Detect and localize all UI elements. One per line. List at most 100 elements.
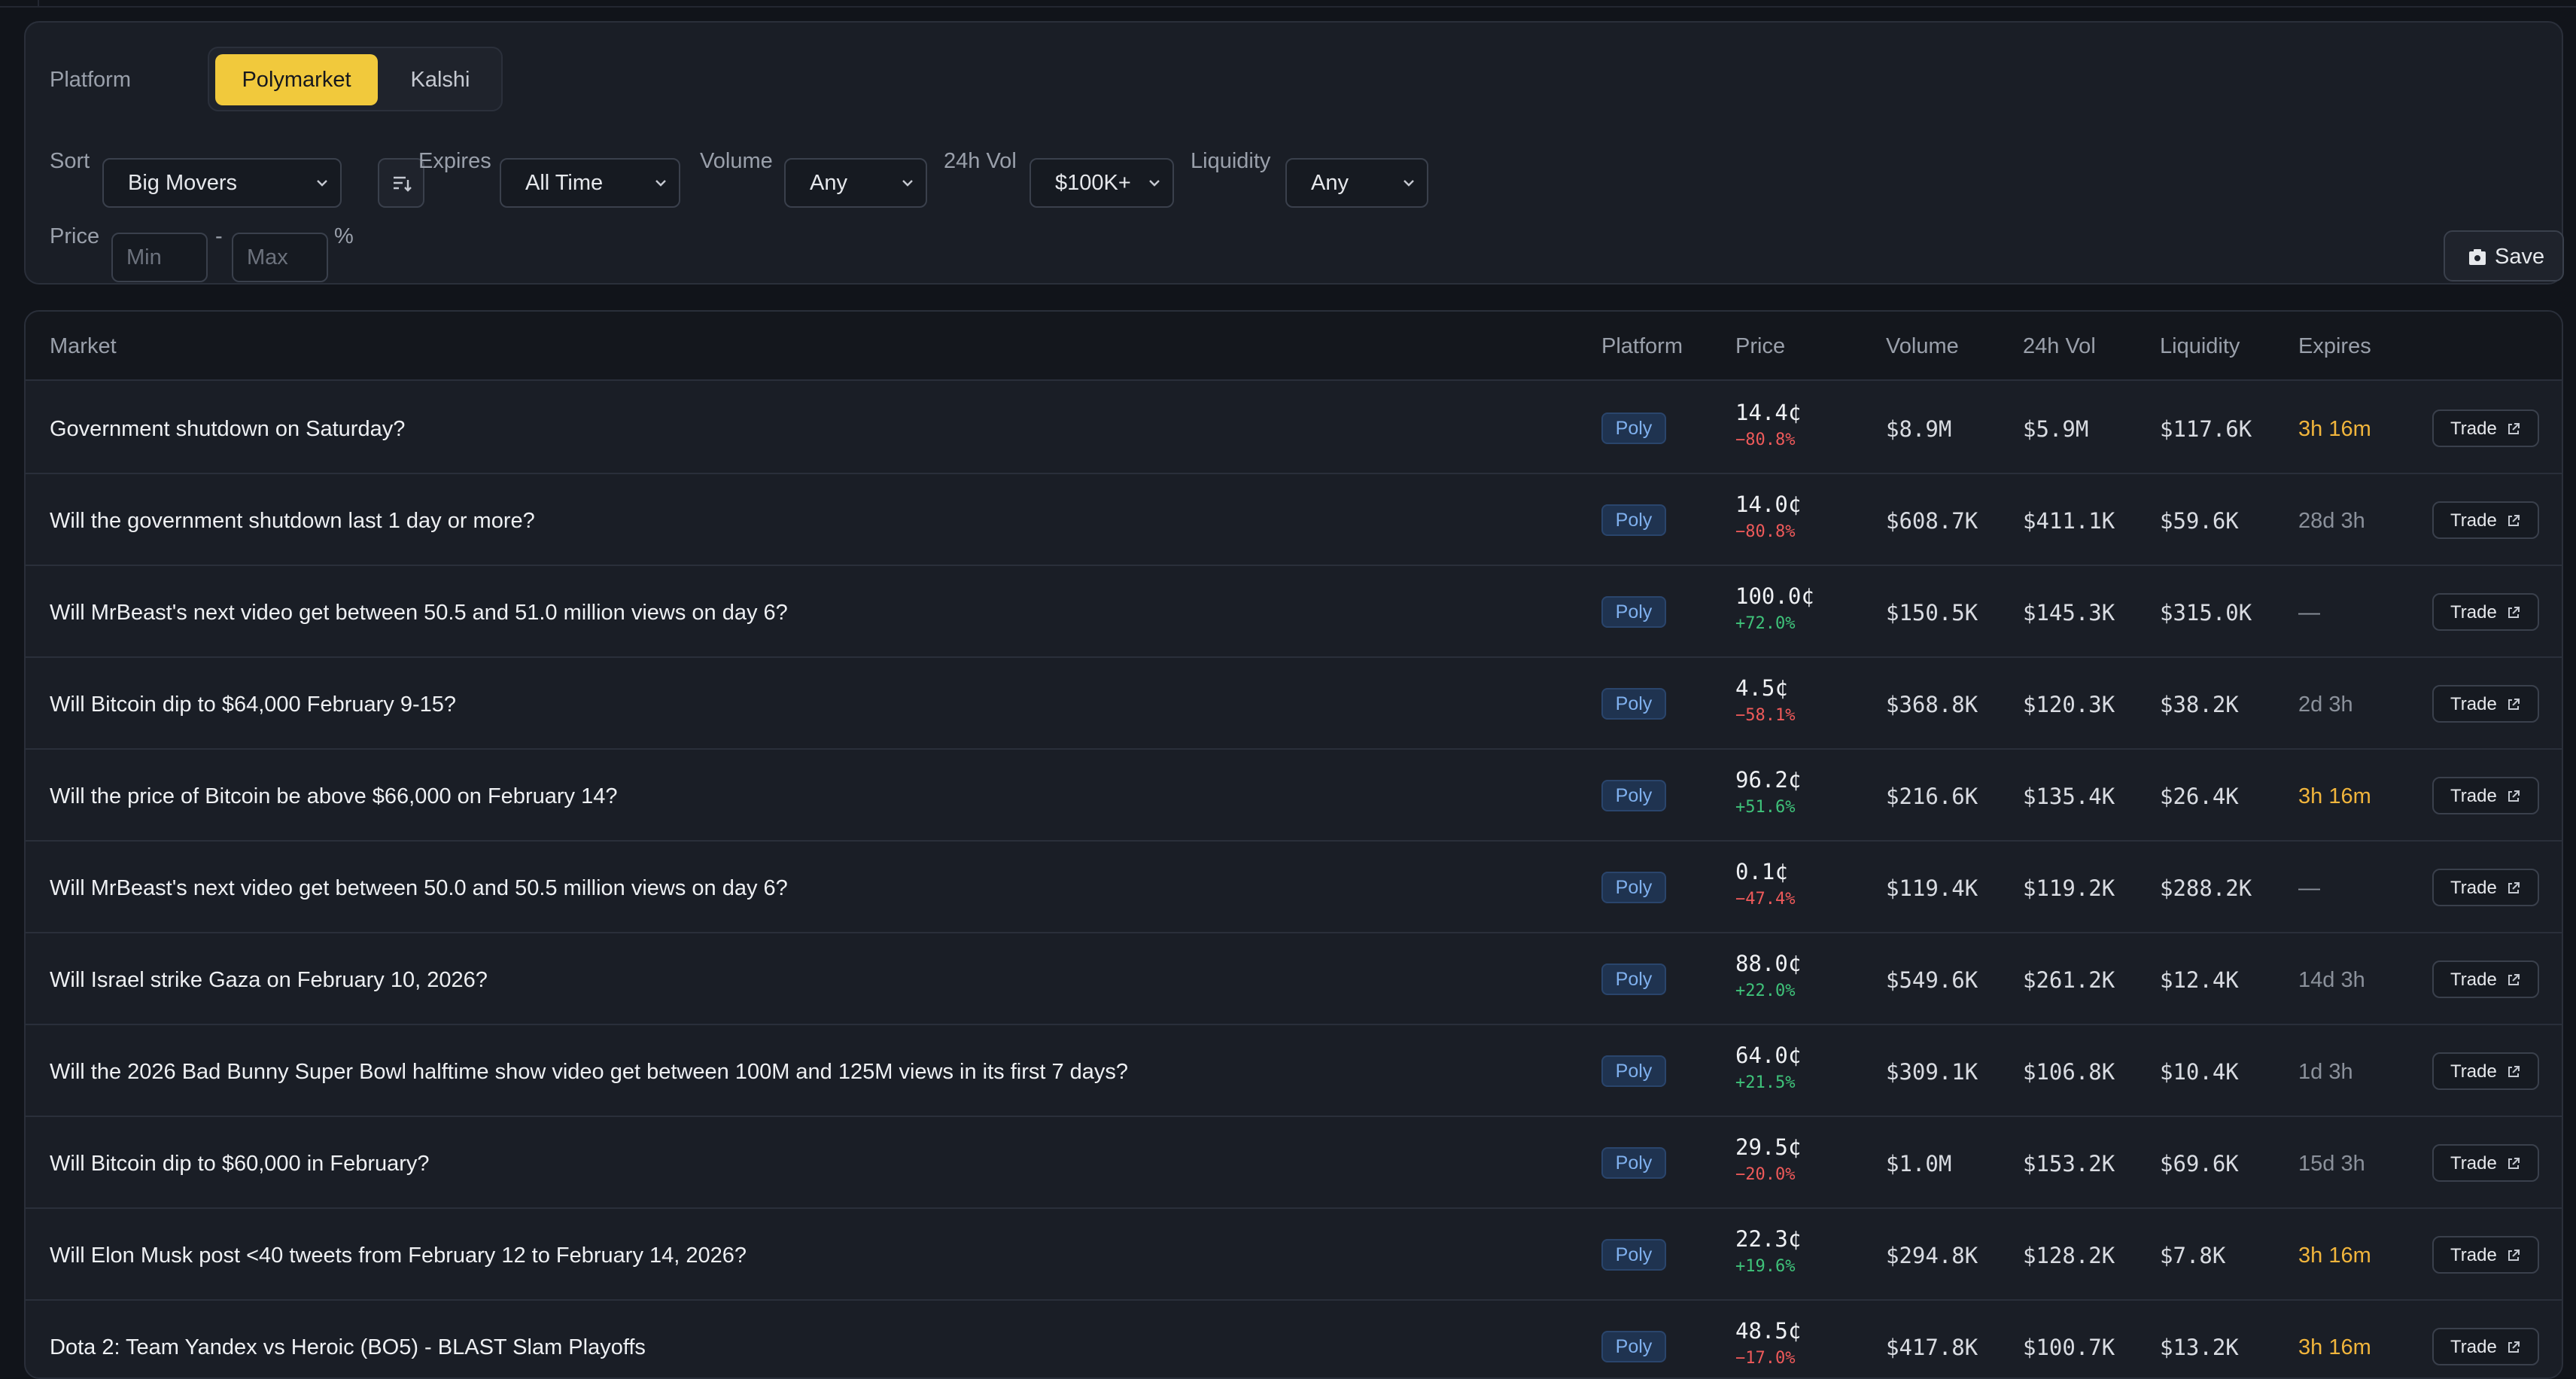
volume-value: $119.4K (1886, 875, 1978, 901)
save-button[interactable]: Save (2444, 230, 2564, 282)
table-row[interactable]: Will the price of Bitcoin be above $66,0… (26, 750, 2562, 842)
filter-panel: Platform Polymarket Kalshi Sort Big Move… (24, 21, 2564, 285)
price-max-input[interactable] (232, 233, 328, 282)
vol24-select[interactable]: $100K+ (1029, 158, 1174, 208)
vol24-value: $120.3K (2023, 692, 2115, 717)
volume-select[interactable]: Any (784, 158, 927, 208)
price-value: 14.0¢ (1735, 492, 1802, 517)
market-title[interactable]: Will MrBeast's next video get between 50… (50, 602, 788, 624)
sort-direction-button[interactable] (378, 158, 424, 208)
trade-button[interactable]: Trade (2432, 685, 2539, 723)
external-link-icon (2508, 882, 2520, 893)
platform-polymarket-button[interactable]: Polymarket (215, 54, 378, 105)
market-title[interactable]: Will Bitcoin dip to $60,000 in February? (50, 1153, 430, 1175)
external-link-icon (2508, 607, 2520, 618)
trade-button[interactable]: Trade (2432, 1236, 2539, 1274)
column-header-liquidity[interactable]: Liquidity (2160, 336, 2240, 358)
table-row[interactable]: Will Israel strike Gaza on February 10, … (26, 933, 2562, 1025)
price-change: −20.0% (1735, 1165, 1796, 1184)
platform-badge: Poly (1601, 1239, 1666, 1271)
price-min-input[interactable] (111, 233, 208, 282)
volume-value: $549.6K (1886, 967, 1978, 993)
table-header: Market Platform Price Volume 24h Vol Liq… (26, 312, 2562, 381)
price-change: +22.0% (1735, 982, 1796, 1000)
column-header-platform[interactable]: Platform (1601, 336, 1683, 358)
liquidity-value: $315.0K (2160, 600, 2252, 626)
trade-button[interactable]: Trade (2432, 1328, 2539, 1365)
save-button-label: Save (2495, 245, 2545, 269)
liquidity-select[interactable]: Any (1285, 158, 1428, 208)
market-title[interactable]: Will Bitcoin dip to $64,000 February 9-1… (50, 694, 456, 716)
trade-button-label: Trade (2450, 1061, 2497, 1082)
trade-button-label: Trade (2450, 602, 2497, 623)
trade-button[interactable]: Trade (2432, 1052, 2539, 1090)
table-row[interactable]: Dota 2: Team Yandex vs Heroic (BO5) - BL… (26, 1301, 2562, 1377)
vol24-value: $119.2K (2023, 875, 2115, 901)
platform-label: Platform (50, 68, 131, 92)
market-title[interactable]: Will Elon Musk post <40 tweets from Febr… (50, 1245, 747, 1267)
platform-badge: Poly (1601, 1331, 1666, 1362)
market-title[interactable]: Will the government shutdown last 1 day … (50, 510, 535, 532)
column-header-volume[interactable]: Volume (1886, 336, 1959, 358)
liquidity-select-value: Any (1311, 171, 1349, 195)
platform-kalshi-button[interactable]: Kalshi (384, 54, 497, 105)
vol24-label: 24h Vol (944, 149, 1017, 173)
volume-value: $8.9M (1886, 416, 1952, 442)
market-title[interactable]: Dota 2: Team Yandex vs Heroic (BO5) - BL… (50, 1337, 646, 1359)
platform-badge: Poly (1601, 412, 1666, 444)
price-label: Price (50, 224, 100, 248)
price-change: −80.8% (1735, 522, 1796, 541)
table-row[interactable]: Will the government shutdown last 1 day … (26, 474, 2562, 566)
market-title[interactable]: Will Israel strike Gaza on February 10, … (50, 970, 488, 991)
trade-button[interactable]: Trade (2432, 960, 2539, 998)
table-row[interactable]: Will Bitcoin dip to $60,000 in February?… (26, 1117, 2562, 1209)
expires-value: 3h 16m (2298, 784, 2371, 808)
price-value: 64.0¢ (1735, 1043, 1802, 1068)
price-change: −47.4% (1735, 890, 1796, 909)
price-value: 0.1¢ (1735, 859, 1788, 884)
table-row[interactable]: Will MrBeast's next video get between 50… (26, 566, 2562, 658)
trade-button[interactable]: Trade (2432, 777, 2539, 814)
liquidity-value: $38.2K (2160, 692, 2239, 717)
market-title[interactable]: Will MrBeast's next video get between 50… (50, 878, 788, 900)
liquidity-value: $69.6K (2160, 1151, 2239, 1177)
table-row[interactable]: Will Elon Musk post <40 tweets from Febr… (26, 1209, 2562, 1301)
price-value: 48.5¢ (1735, 1318, 1802, 1344)
price-change: −17.0% (1735, 1349, 1796, 1368)
chevron-down-icon (1149, 180, 1160, 187)
expires-value: — (2298, 601, 2320, 625)
table-row[interactable]: Will MrBeast's next video get between 50… (26, 842, 2562, 933)
table-row[interactable]: Government shutdown on Saturday? Poly 14.4… (26, 382, 2562, 474)
table-row[interactable]: Will Bitcoin dip to $64,000 February 9-1… (26, 658, 2562, 750)
platform-badge: Poly (1601, 780, 1666, 811)
expires-select[interactable]: All Time (500, 158, 680, 208)
price-value: 22.3¢ (1735, 1226, 1802, 1252)
market-title[interactable]: Government shutdown on Saturday? (50, 419, 405, 440)
platform-badge: Poly (1601, 872, 1666, 903)
trade-button[interactable]: Trade (2432, 409, 2539, 447)
price-change: +51.6% (1735, 798, 1796, 817)
table-row[interactable]: Will the 2026 Bad Bunny Super Bowl halft… (26, 1025, 2562, 1117)
market-title[interactable]: Will the 2026 Bad Bunny Super Bowl halft… (50, 1061, 1128, 1083)
column-header-expires[interactable]: Expires (2298, 336, 2371, 358)
volume-value: $608.7K (1886, 508, 1978, 534)
trade-button[interactable]: Trade (2432, 593, 2539, 631)
platform-badge: Poly (1601, 688, 1666, 720)
external-link-icon (2508, 790, 2520, 802)
column-header-24h-vol[interactable]: 24h Vol (2023, 336, 2096, 358)
expires-label: Expires (418, 149, 491, 173)
volume-value: $150.5K (1886, 600, 1978, 626)
price-change: +72.0% (1735, 614, 1796, 633)
column-header-market[interactable]: Market (50, 336, 117, 358)
trade-button[interactable]: Trade (2432, 869, 2539, 906)
price-value: 88.0¢ (1735, 951, 1802, 976)
expires-select-value: All Time (525, 171, 604, 195)
platform-badge: Poly (1601, 504, 1666, 536)
external-link-icon (2508, 423, 2520, 434)
sort-select[interactable]: Big Movers (102, 158, 342, 208)
price-value: 4.5¢ (1735, 675, 1788, 701)
trade-button[interactable]: Trade (2432, 1144, 2539, 1182)
trade-button[interactable]: Trade (2432, 501, 2539, 539)
column-header-price[interactable]: Price (1735, 336, 1785, 358)
market-title[interactable]: Will the price of Bitcoin be above $66,0… (50, 786, 617, 808)
